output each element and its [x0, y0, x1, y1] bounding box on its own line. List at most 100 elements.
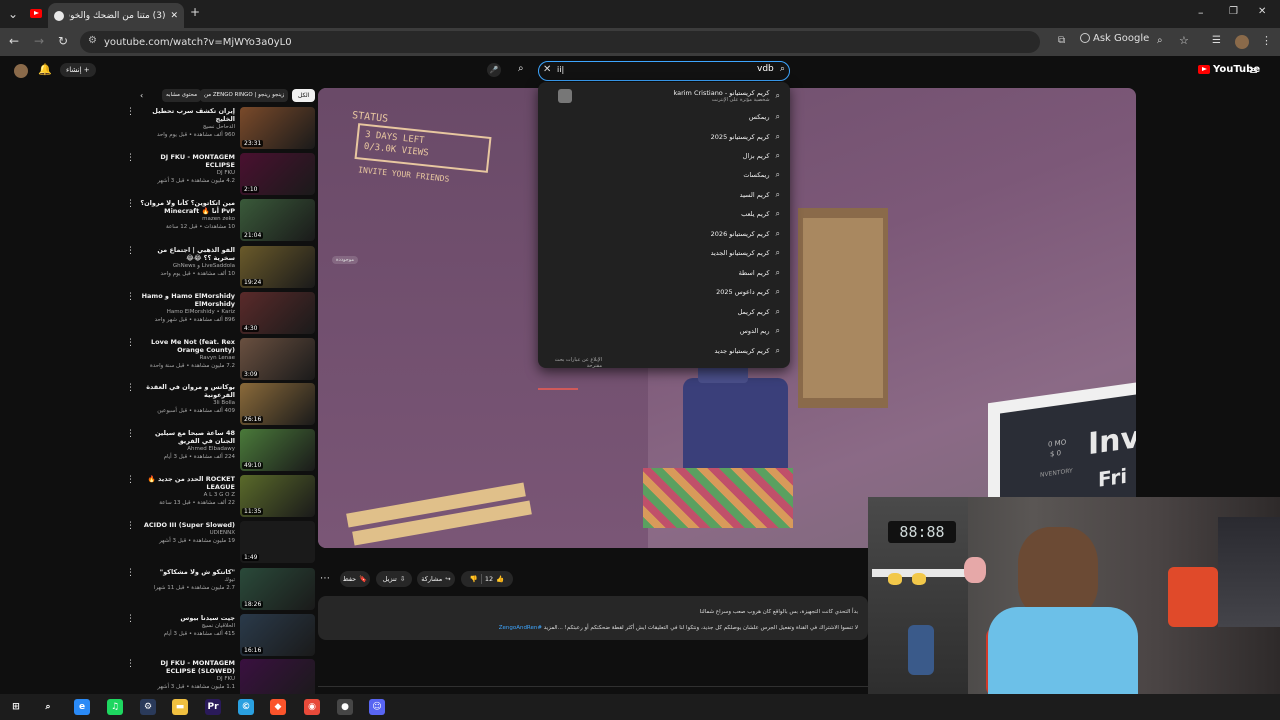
site-info-icon[interactable]: ⚙	[88, 35, 97, 46]
channel-name[interactable]: Ahmed Elbadawy	[140, 445, 235, 453]
channel-name[interactable]: DJ FKU	[140, 169, 235, 177]
recommendation-item[interactable]: 11:35 ROCKET الحدد من جديد 🔥 LEAGUE A L 3 …	[126, 475, 315, 519]
channel-name[interactable]: UDIENNX	[140, 529, 235, 537]
video-thumbnail[interactable]: 3:09	[240, 338, 315, 380]
video-options-icon[interactable]: ⋮	[126, 107, 135, 117]
zoom-icon[interactable]: ⌕	[1157, 35, 1163, 46]
video-options-icon[interactable]: ⋮	[126, 153, 135, 163]
ask-google-button[interactable]: Ask Google	[1080, 33, 1149, 44]
video-title[interactable]: "كانتكو ش ولا مشكاكو"	[140, 568, 235, 576]
video-thumbnail[interactable]: 21:04	[240, 199, 315, 241]
search-input[interactable]: ✕ ii| ⌕	[538, 61, 790, 81]
recommendation-item[interactable]: 3:09 Love Me Not (feat. Rex Orange County…	[126, 338, 315, 382]
search-suggestion-item[interactable]: ⌕ كريم كريستيانو - karim Cristiano شخصية م…	[548, 87, 780, 105]
video-title[interactable]: الفو الذهبي | اجتماع من سخرية ؟؟ 😂😂	[140, 246, 235, 262]
video-title[interactable]: Love Me Not (feat. Rex Orange County)	[140, 338, 235, 354]
share-button[interactable]: مشاركة ↪	[417, 571, 455, 587]
video-options-icon[interactable]: ⋮	[126, 568, 135, 578]
video-thumbnail[interactable]: 1:49	[240, 521, 315, 563]
video-title[interactable]: مين اتكاتوين؟ كأنا ولا مروان؟ PvP أنا 🔥 …	[140, 199, 235, 215]
video-title[interactable]: جيت سيدنا بيوس	[140, 614, 235, 622]
tab-active[interactable]: (3) متنا من الضحك والخوف! | ZENGO ✕	[48, 3, 184, 28]
video-thumbnail[interactable]: 19:24	[240, 246, 315, 288]
video-title[interactable]: DJ FKU - MONTAGEM ECLIPSE (SLOWED)	[140, 659, 235, 675]
video-options-icon[interactable]: ⋮	[126, 614, 135, 624]
more-actions-button[interactable]: ⋯	[320, 573, 330, 584]
video-title[interactable]: 48 ساعة صبحا مع سيلين الجنان في الفريق	[140, 429, 235, 445]
video-thumbnail[interactable]: 4:30	[240, 292, 315, 334]
recommendation-item[interactable]: 26:16 بوكاتس و مروان في العقدة الفرعونية 3…	[126, 383, 315, 427]
video-thumbnail[interactable]: 11:35	[240, 475, 315, 517]
search-suggestion-item[interactable]: ⌕ ريمكس	[548, 108, 780, 126]
chips-prev-icon[interactable]: ‹	[140, 91, 143, 100]
search-suggestion-item[interactable]: ⌕ كريم كريمل	[548, 303, 780, 321]
reload-icon[interactable]: ↻	[58, 34, 68, 48]
channel-name[interactable]: DJ FKU	[140, 675, 235, 683]
capcut-icon[interactable]: ©	[238, 699, 254, 715]
search-suggestion-item[interactable]: ⌕ كريم بزال	[548, 147, 780, 165]
search-suggestion-item[interactable]: ⌕ كريم السيد	[548, 186, 780, 204]
close-window-button[interactable]: ✕	[1258, 6, 1266, 17]
spotify-icon[interactable]: ♫	[107, 699, 123, 715]
minimize-button[interactable]: –	[1198, 6, 1204, 19]
notifications-icon[interactable]: 🔔	[38, 63, 52, 76]
video-options-icon[interactable]: ⋮	[126, 659, 135, 669]
video-title[interactable]: ACIDO III (Super Slowed)	[140, 521, 235, 529]
video-thumbnail[interactable]: 2:10	[240, 153, 315, 195]
menu-icon[interactable]: ≡	[1249, 64, 1258, 77]
video-options-icon[interactable]: ⋮	[126, 292, 135, 302]
address-bar[interactable]: ⚙ youtube.com/watch?v=MjWYo3a0yL0 ⧉	[80, 31, 1065, 53]
chip-related[interactable]: محتوى مشابه	[162, 89, 202, 102]
video-options-icon[interactable]: ⋮	[126, 521, 135, 531]
video-title[interactable]: Hamo ElMorshidy و Hamo ElMorshidy	[140, 292, 235, 308]
channel-name[interactable]: الحلاقيان نسيج	[140, 622, 235, 630]
video-options-icon[interactable]: ⋮	[126, 199, 135, 209]
chrome-menu-icon[interactable]: ⋮	[1261, 34, 1272, 47]
channel-name[interactable]: Ravyn Lenae	[140, 354, 235, 362]
video-thumbnail[interactable]: 26:16	[240, 383, 315, 425]
channel-name[interactable]: 3li Bolla	[140, 399, 235, 407]
pinned-tab-youtube[interactable]	[30, 7, 42, 21]
search-suggestion-item[interactable]: ⌕ كريم داعوس 2025	[548, 283, 780, 301]
clear-search-icon[interactable]: ✕	[543, 64, 551, 75]
recommendation-item[interactable]: 49:10 48 ساعة صبحا مع سيلين الجنان في الف…	[126, 429, 315, 473]
profile-avatar[interactable]	[1235, 35, 1249, 49]
save-button[interactable]: حفظ 🔖	[340, 571, 370, 587]
chip-from-channel[interactable]: من ZENGO RINGO | زينجو رينجو	[200, 89, 288, 102]
recommendation-item[interactable]: 1:49 ACIDO III (Super Slowed) UDIENNX 19 مل…	[126, 521, 315, 565]
channel-name[interactable]: LiveSaddola و GhNews	[140, 262, 235, 270]
channel-name[interactable]: mazen zeko	[140, 215, 235, 223]
video-options-icon[interactable]: ⋮	[126, 475, 135, 485]
start-icon[interactable]: ⊞	[8, 699, 24, 715]
channel-name[interactable]: الدحاحل نسيج	[140, 123, 235, 131]
brave-icon[interactable]: ◆	[270, 699, 286, 715]
search-suggestion-item[interactable]: ⌕ كريم كريستيانو 2026	[548, 225, 780, 243]
channel-name[interactable]: تيوك	[140, 576, 235, 584]
video-options-icon[interactable]: ⋮	[126, 429, 135, 439]
yt-account-avatar[interactable]	[14, 64, 28, 78]
dislike-icon[interactable]: 👎	[470, 575, 478, 583]
back-icon[interactable]: ←	[9, 34, 19, 48]
search-suggestion-item[interactable]: ⌕ كريم كريستيانو الجديد	[548, 244, 780, 262]
chrome-icon[interactable]: ◉	[304, 699, 320, 715]
video-title[interactable]: DJ FKU - MONTAGEM ECLIPSE	[140, 153, 235, 169]
recommendation-item[interactable]: 16:16 جيت سيدنا بيوس الحلاقيان نسيج 415 ألف…	[126, 614, 315, 658]
report-suggestions-link[interactable]: الإبلاغ عن عبارات بحث مقترحة	[538, 357, 602, 369]
recommendation-item[interactable]: 23:31 إيران تكشف سرب تحطيل الخليج الدحاحل …	[126, 107, 315, 151]
channel-name[interactable]: A L 3 G O Z	[140, 491, 235, 499]
tab-close-icon[interactable]: ✕	[170, 11, 178, 21]
video-description[interactable]: بدأ التحدي كانت التجهيزة، بس بالواقع كان…	[318, 596, 868, 640]
video-title[interactable]: بوكاتس و مروان في العقدة الفرعونية	[140, 383, 235, 399]
channel-name[interactable]: Hamo ElMorshidy • Kariz	[140, 308, 235, 316]
recommendation-item[interactable]: 4:30 Hamo ElMorshidy و Hamo ElMorshidy Ham…	[126, 292, 315, 336]
video-title[interactable]: ROCKET الحدد من جديد 🔥 LEAGUE	[140, 475, 235, 491]
tab-groups-icon[interactable]: ☰	[1212, 35, 1221, 46]
search-suggestion-item[interactable]: ⌕ ريم الدوس	[548, 322, 780, 340]
forward-icon[interactable]: →	[34, 34, 44, 48]
steam-icon[interactable]: ⚙	[140, 699, 156, 715]
like-icon[interactable]: 👍	[496, 575, 504, 583]
video-thumbnail[interactable]: 16:16	[240, 614, 315, 656]
restore-button[interactable]: ❐	[1229, 6, 1238, 17]
new-tab-button[interactable]: +	[190, 5, 200, 19]
search-suggestion-item[interactable]: ⌕ ريمكسات	[548, 166, 780, 184]
